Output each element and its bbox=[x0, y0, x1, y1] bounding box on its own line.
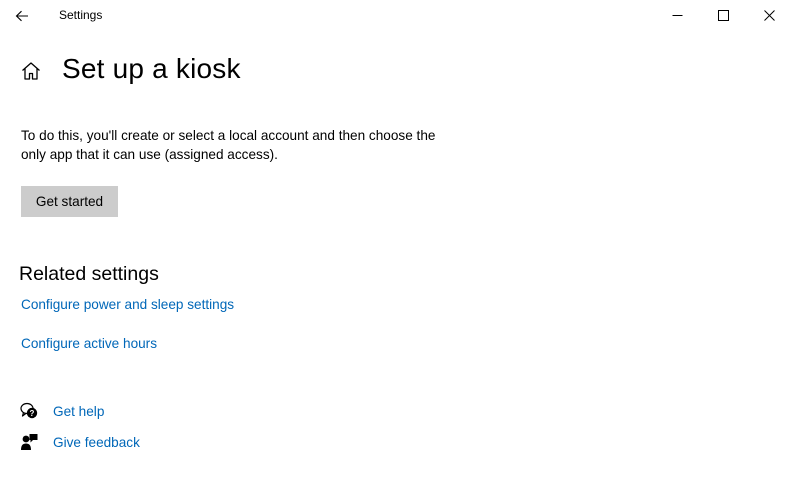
minimize-icon bbox=[672, 15, 682, 16]
get-started-button[interactable]: Get started bbox=[21, 186, 118, 217]
maximize-button[interactable] bbox=[700, 0, 746, 31]
home-button[interactable] bbox=[20, 60, 42, 82]
title-bar: Settings bbox=[0, 0, 792, 31]
settings-window: Settings Set up a kiosk To do this, you'… bbox=[0, 0, 792, 480]
page-description: To do this, you'll create or select a lo… bbox=[21, 128, 436, 162]
related-settings-title: Related settings bbox=[19, 263, 159, 285]
back-button[interactable] bbox=[0, 0, 44, 31]
get-help-link[interactable]: Get help bbox=[53, 404, 104, 419]
window-controls bbox=[654, 0, 792, 31]
close-icon bbox=[763, 10, 775, 21]
svg-text:?: ? bbox=[30, 409, 35, 418]
back-arrow-icon bbox=[15, 10, 28, 21]
home-icon bbox=[22, 62, 40, 80]
get-help-icon: ? bbox=[20, 402, 38, 420]
give-feedback-link[interactable]: Give feedback bbox=[53, 435, 140, 450]
close-button[interactable] bbox=[746, 0, 792, 31]
give-feedback-row[interactable]: Give feedback bbox=[20, 432, 140, 452]
feedback-icon bbox=[20, 433, 38, 451]
app-title: Settings bbox=[59, 8, 103, 22]
page-title: Set up a kiosk bbox=[62, 53, 241, 84]
get-help-row[interactable]: ? Get help bbox=[20, 401, 104, 421]
configure-active-hours-link[interactable]: Configure active hours bbox=[21, 336, 157, 351]
configure-power-sleep-link[interactable]: Configure power and sleep settings bbox=[21, 297, 234, 312]
minimize-button[interactable] bbox=[654, 0, 700, 31]
maximize-icon bbox=[717, 10, 729, 21]
